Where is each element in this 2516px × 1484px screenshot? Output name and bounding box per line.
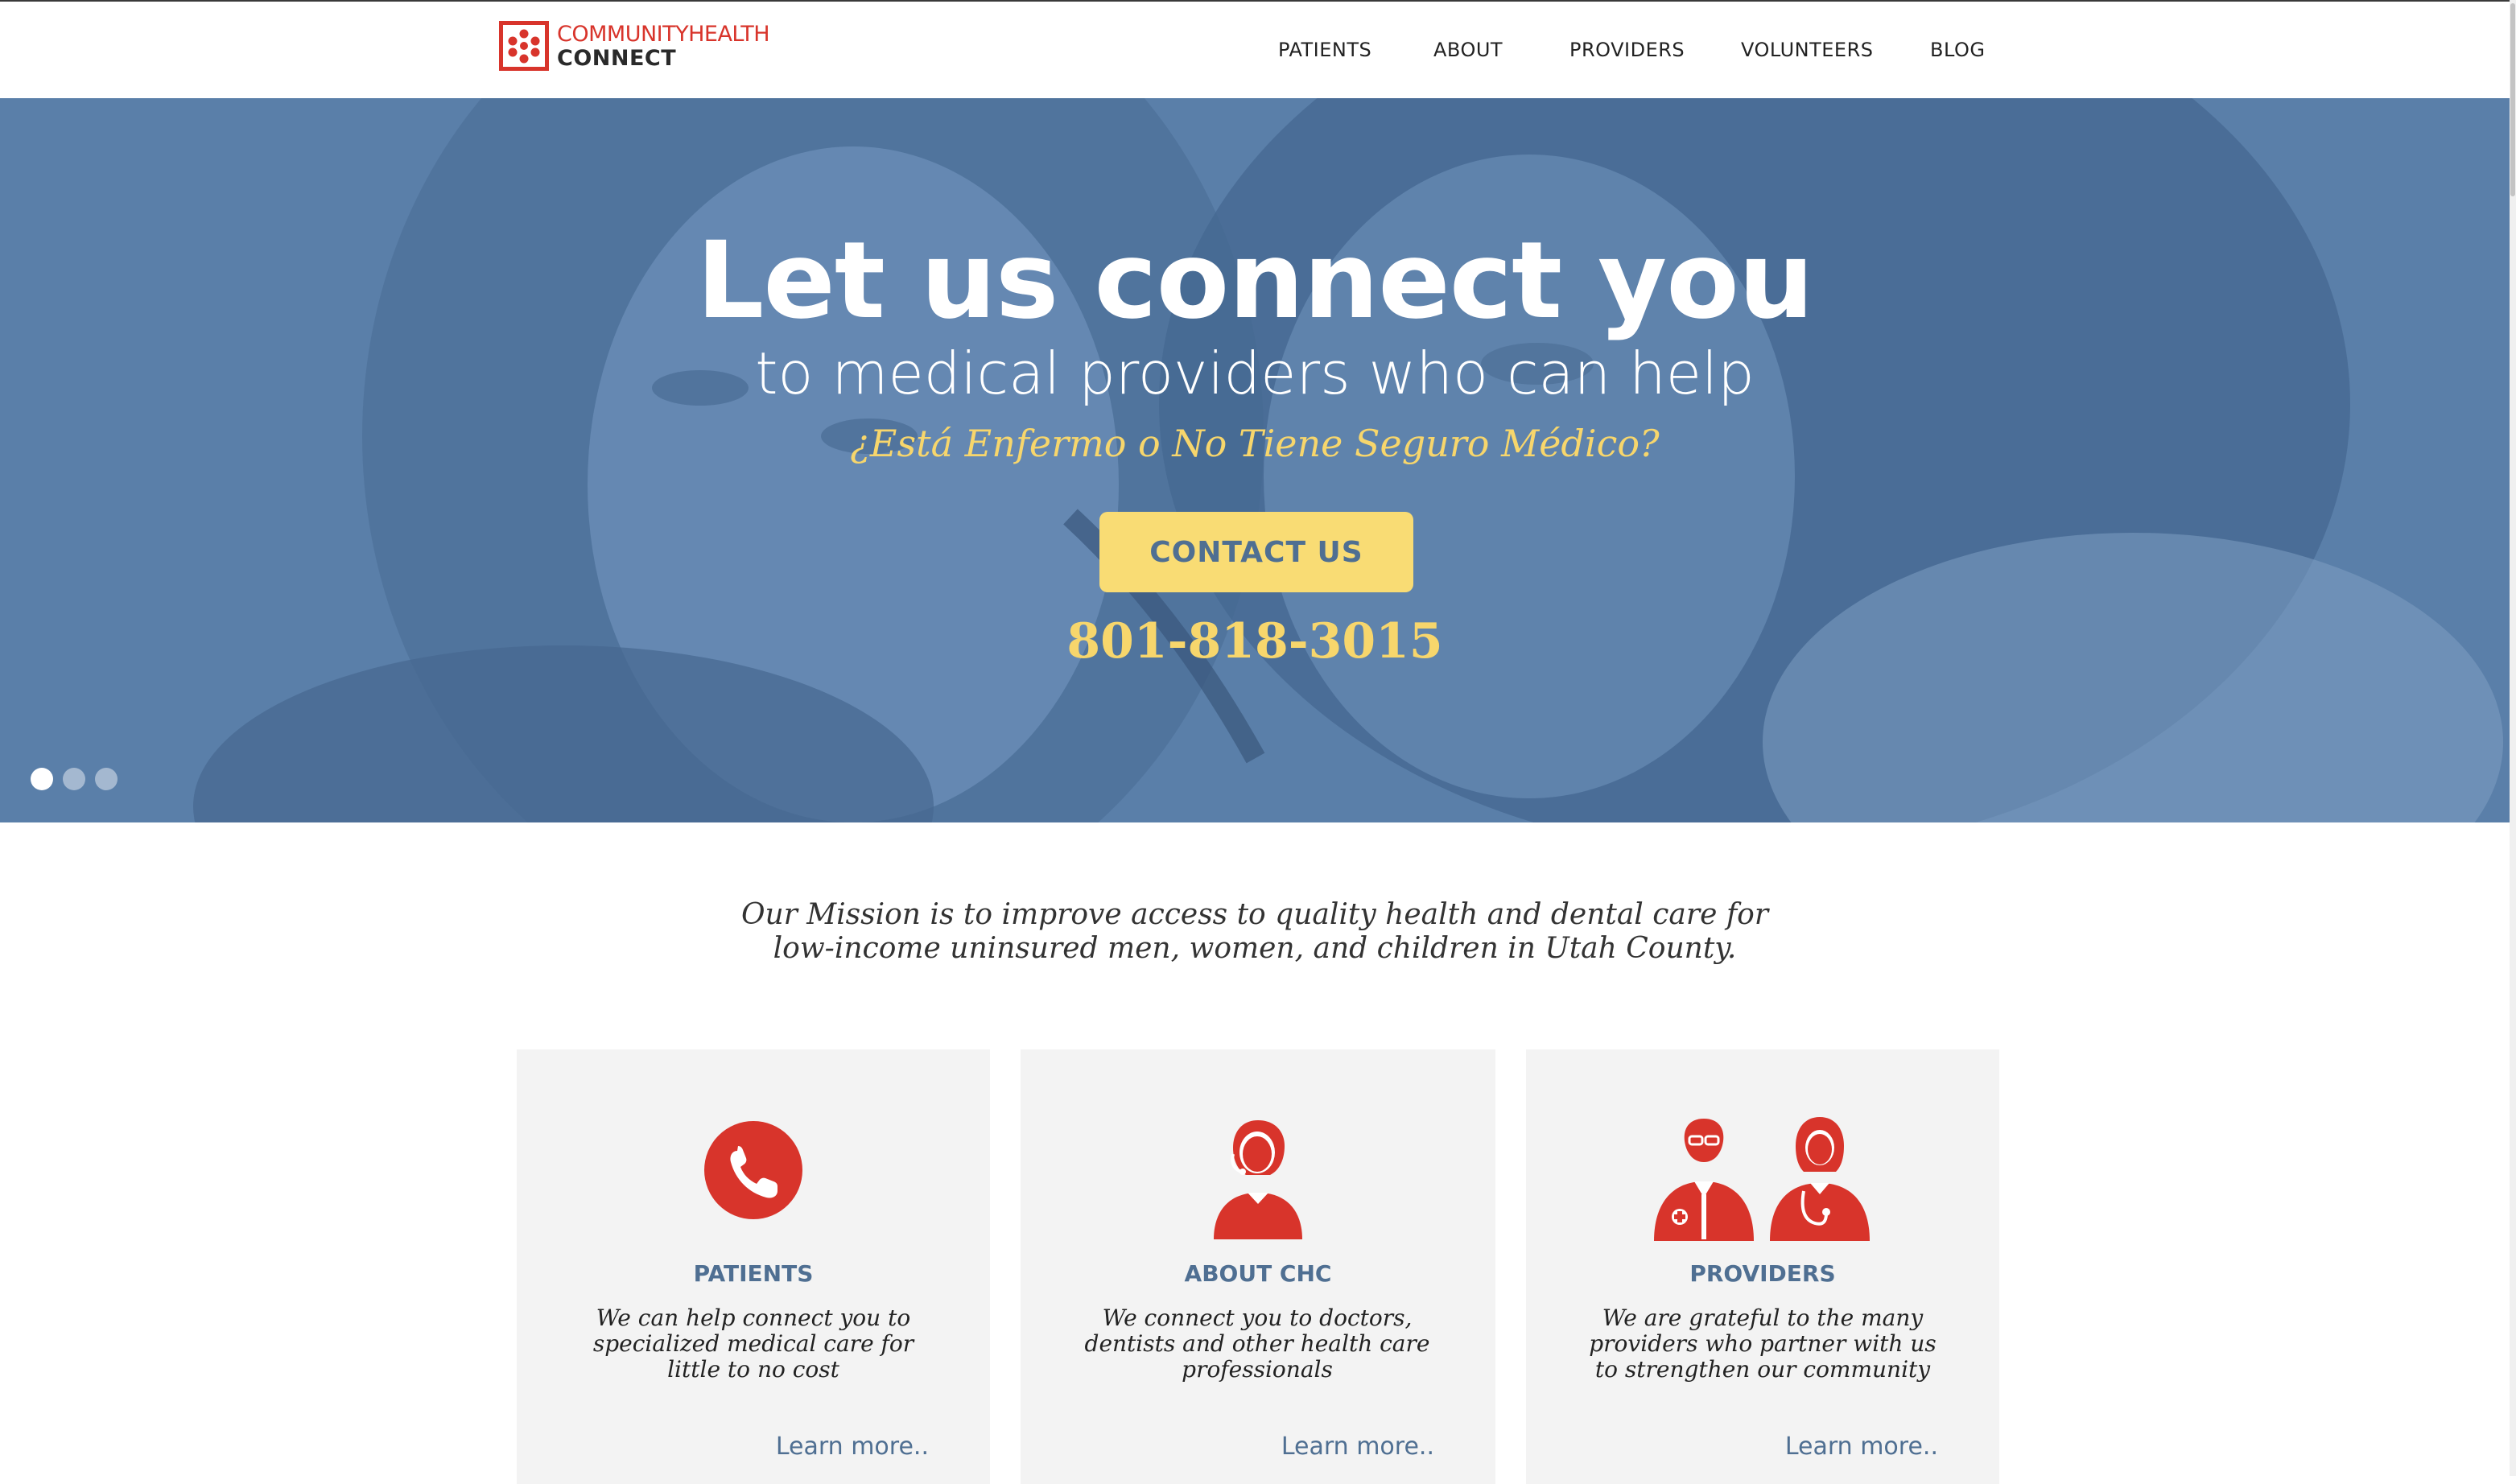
mission-line-2: low-income uninsured men, women, and chi… bbox=[773, 932, 1737, 965]
mission-statement: Our Mission is to improve access to qual… bbox=[0, 898, 2510, 966]
hero-title: Let us connect you bbox=[696, 219, 1814, 343]
nav-link-about[interactable]: ABOUT bbox=[1433, 39, 1503, 61]
mission-line-1: Our Mission is to improve access to qual… bbox=[740, 898, 1769, 931]
nav-links: PATIENTS ABOUT PROVIDERS VOLUNTEERS BLOG bbox=[0, 2, 2510, 98]
card-patients: PATIENTS We can help connect you to spec… bbox=[517, 1049, 990, 1484]
learn-more-link[interactable]: Learn more.. bbox=[1785, 1432, 1938, 1461]
card-description: We are grateful to the many providers wh… bbox=[1589, 1305, 1936, 1383]
card-title: PATIENTS bbox=[693, 1260, 814, 1287]
page-scrollbar[interactable] bbox=[2510, 0, 2516, 1476]
nav-link-patients[interactable]: PATIENTS bbox=[1278, 39, 1371, 61]
learn-more-link[interactable]: Learn more.. bbox=[1281, 1432, 1434, 1461]
hero-spanish-tagline: ¿Está Enfermo o No Tiene Seguro Médico? bbox=[850, 422, 1660, 465]
card-description: We can help connect you to specialized m… bbox=[592, 1305, 914, 1383]
card-title: ABOUT CHC bbox=[1184, 1260, 1332, 1287]
hero-phone-number[interactable]: 801-818-3015 bbox=[0, 613, 2510, 670]
scrollbar-thumb[interactable] bbox=[2510, 3, 2515, 196]
card-title: PROVIDERS bbox=[1689, 1260, 1836, 1287]
nav-link-blog[interactable]: BLOG bbox=[1930, 39, 1985, 61]
carousel-dot-2[interactable] bbox=[63, 768, 85, 790]
receptionist-icon bbox=[1214, 1120, 1302, 1239]
carousel-dot-3[interactable] bbox=[95, 768, 118, 790]
phone-icon bbox=[704, 1121, 802, 1219]
hero-subtitle: to medical providers who can help bbox=[755, 340, 1755, 407]
card-providers: PROVIDERS We are grateful to the many pr… bbox=[1526, 1049, 1999, 1484]
hero-banner: Let us connect you to medical providers … bbox=[0, 98, 2510, 822]
nav-link-volunteers[interactable]: VOLUNTEERS bbox=[1741, 39, 1873, 61]
carousel-dot-1[interactable] bbox=[31, 768, 53, 790]
top-nav: COMMUNITYHEALTH CONNECT PATIENTS ABOUT P… bbox=[0, 0, 2510, 98]
learn-more-link[interactable]: Learn more.. bbox=[776, 1432, 929, 1461]
doctors-icon bbox=[1654, 1117, 1870, 1241]
contact-us-button[interactable]: CONTACT US bbox=[1099, 512, 1413, 592]
carousel-dots bbox=[31, 768, 118, 790]
card-about-chc: ABOUT CHC We connect you to doctors, den… bbox=[1021, 1049, 1495, 1484]
nav-link-providers[interactable]: PROVIDERS bbox=[1569, 39, 1685, 61]
card-description: We connect you to doctors, dentists and … bbox=[1084, 1305, 1430, 1383]
